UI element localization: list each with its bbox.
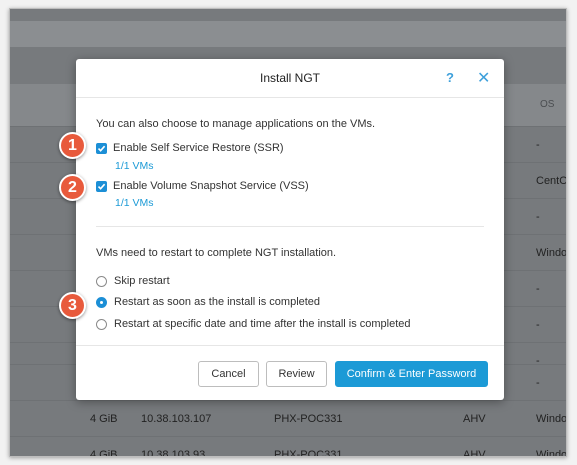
os-cell: - [536, 319, 540, 331]
table-row[interactable]: 4 GiB 10.38.103.107 PHX-POC331 AHV Windo [10, 400, 566, 436]
vss-label[interactable]: Enable Volume Snapshot Service (VSS) [113, 180, 309, 192]
vss-vm-count-link[interactable]: 1/1 VMs [115, 197, 154, 209]
restart-asap-label[interactable]: Restart as soon as the install is comple… [114, 296, 320, 308]
screenshot-frame: r OS - CentO - Windo - - - - 4 GiB 10.38… [0, 0, 577, 465]
memory-cell: 4 GiB [90, 449, 118, 457]
dialog-title: Install NGT [259, 71, 320, 85]
restart-note: VMs need to restart to complete NGT inst… [96, 247, 337, 259]
close-icon[interactable]: ✕ [477, 68, 490, 88]
os-cell: - [536, 139, 540, 151]
confirm-enter-password-button[interactable]: Confirm & Enter Password [335, 361, 488, 387]
section-divider [96, 226, 484, 227]
host-cell: PHX-POC331 [274, 413, 343, 425]
callout-badge-3: 3 [59, 292, 86, 319]
ssr-vm-count-link[interactable]: 1/1 VMs [115, 160, 154, 172]
ip-cell: 10.38.103.93 [141, 449, 206, 457]
ssr-checkbox[interactable] [96, 143, 107, 154]
restart-asap-radio[interactable] [96, 297, 107, 308]
restart-scheduled-radio[interactable] [96, 319, 107, 330]
table-row[interactable]: 4 GiB 10.38.103.93 PHX-POC331 AHV Windo [10, 436, 567, 457]
background-header-bar [10, 21, 566, 47]
hypervisor-cell: AHV [463, 413, 486, 425]
dialog-header: Install NGT ? ✕ [76, 59, 504, 98]
intro-text: You can also choose to manage applicatio… [96, 118, 376, 130]
os-cell: CentO [536, 175, 567, 187]
callout-badge-1: 1 [59, 132, 86, 159]
cancel-button[interactable]: Cancel [198, 361, 259, 387]
memory-cell: 4 GiB [90, 413, 118, 425]
hypervisor-cell: AHV [463, 449, 486, 457]
os-cell: Windo [536, 413, 567, 425]
os-cell: - [536, 283, 540, 295]
install-ngt-dialog: Install NGT ? ✕ You can also choose to m… [76, 59, 504, 400]
os-cell: Windo [536, 449, 567, 457]
host-cell: PHX-POC331 [274, 449, 343, 457]
vss-checkbox[interactable] [96, 181, 107, 192]
callout-badge-2: 2 [59, 174, 86, 201]
review-button[interactable]: Review [266, 361, 327, 387]
os-cell: - [536, 211, 540, 223]
os-cell: - [536, 377, 540, 389]
checkmark-icon [97, 145, 106, 152]
ssr-label[interactable]: Enable Self Service Restore (SSR) [113, 142, 284, 154]
ip-cell: 10.38.103.107 [141, 413, 212, 425]
skip-restart-radio[interactable] [96, 276, 107, 287]
skip-restart-label[interactable]: Skip restart [114, 275, 170, 287]
os-cell: Windo [536, 247, 567, 259]
footer-divider [76, 345, 504, 346]
help-icon[interactable]: ? [446, 70, 454, 85]
column-header-os: OS [540, 99, 555, 110]
restart-scheduled-label[interactable]: Restart at specific date and time after … [114, 318, 411, 330]
checkmark-icon [97, 183, 106, 190]
